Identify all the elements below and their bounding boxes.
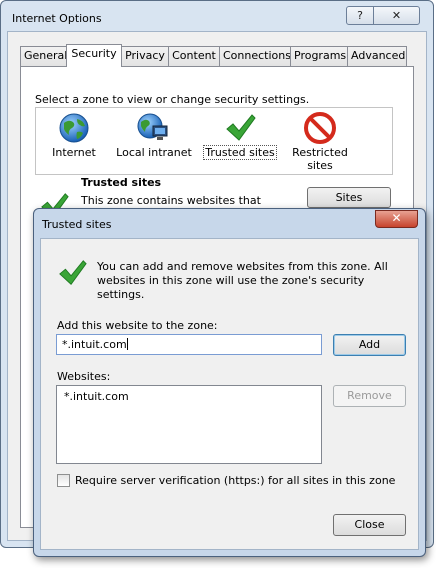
trusted-sites-dialog: Trusted sites ✕ You can add and remove w… <box>33 208 426 557</box>
zone-list: Internet Local intranet Trusted sites Re… <box>35 107 393 175</box>
tab-programs[interactable]: Programs <box>290 46 348 66</box>
tab-content[interactable]: Content <box>168 46 220 66</box>
tab-security[interactable]: Security <box>66 44 122 67</box>
tab-general[interactable]: General <box>20 46 68 66</box>
globe-icon <box>59 113 89 143</box>
close-icon: ✕ <box>391 9 402 22</box>
add-website-label: Add this website to the zone: <box>57 319 218 332</box>
intranet-globe-icon <box>137 113 168 140</box>
dialog-client-area: You can add and remove websites from thi… <box>40 238 419 550</box>
add-website-input-value: *.intuit.com <box>62 338 127 351</box>
zone-prompt: Select a zone to view or change security… <box>35 93 310 106</box>
trusted-check-icon <box>59 260 87 285</box>
tab-connections[interactable]: Connections <box>219 46 291 66</box>
dialog-close-button[interactable]: ✕ <box>375 210 418 228</box>
zone-local-intranet[interactable]: Local intranet <box>114 112 194 159</box>
server-verification-label[interactable]: Require server verification (https:) for… <box>75 474 395 487</box>
zone-trusted-sites[interactable]: Trusted sites <box>200 112 280 160</box>
websites-list[interactable]: *.intuit.com <box>56 385 322 464</box>
close-button[interactable]: Close <box>333 514 406 536</box>
window-title: Internet Options <box>12 12 102 25</box>
zone-internet[interactable]: Internet <box>34 112 114 159</box>
zone-label: Trusted sites <box>203 145 277 160</box>
text-caret <box>126 338 128 350</box>
help-icon: ? <box>357 9 363 22</box>
green-check-icon <box>226 114 256 141</box>
zone-label: Local intranet <box>116 146 192 159</box>
server-verification-checkbox[interactable] <box>57 474 70 487</box>
zone-heading: Trusted sites <box>81 176 162 189</box>
close-icon: ✕ <box>391 211 402 225</box>
window-close-button[interactable]: ✕ <box>373 6 420 25</box>
tab-advanced[interactable]: Advanced <box>347 46 407 66</box>
tab-privacy[interactable]: Privacy <box>121 46 169 66</box>
dialog-info-text: You can add and remove websites from thi… <box>97 260 388 301</box>
zone-restricted-sites[interactable]: Restricted sites <box>280 112 360 172</box>
add-website-input[interactable]: *.intuit.com <box>56 334 322 355</box>
sites-button[interactable]: Sites <box>307 187 391 208</box>
dialog-title: Trusted sites <box>42 218 112 231</box>
restricted-circle-icon <box>304 112 336 144</box>
remove-button[interactable]: Remove <box>333 385 406 407</box>
list-item[interactable]: *.intuit.com <box>64 390 129 403</box>
help-button[interactable]: ? <box>346 6 374 25</box>
websites-label: Websites: <box>57 370 111 383</box>
title-bar[interactable]: Internet Options ? ✕ <box>1 1 433 33</box>
zone-label: Internet <box>52 146 96 159</box>
add-button[interactable]: Add <box>333 334 406 356</box>
zone-label: Restricted sites <box>292 146 348 172</box>
